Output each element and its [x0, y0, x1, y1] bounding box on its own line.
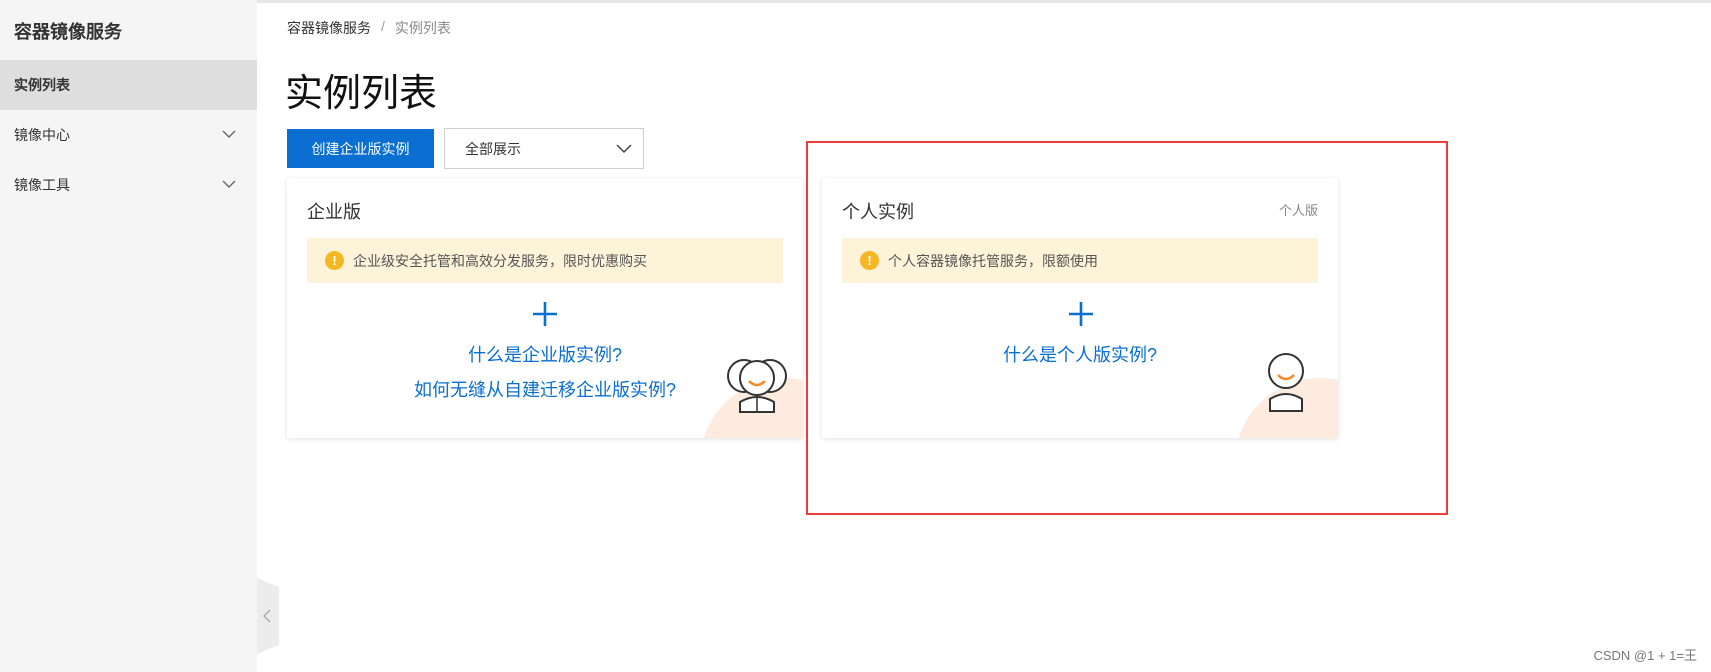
display-filter-value: 全部展示 — [465, 140, 521, 157]
sidebar-item-instance-list[interactable]: 实例列表 — [0, 60, 257, 110]
notice-text: 企业级安全托管和高效分发服务，限时优惠购买 — [353, 252, 647, 269]
breadcrumb-current: 实例列表 — [394, 20, 451, 36]
sidebar-item-label: 实例列表 — [14, 77, 70, 93]
card-title: 企业版 — [307, 202, 361, 222]
sidebar-item-label: 镜像中心 — [14, 127, 70, 143]
chevron-down-icon — [616, 144, 632, 154]
notice-bar: ! 企业级安全托管和高效分发服务，限时优惠购买 — [307, 238, 783, 283]
sidebar-item-label: 镜像工具 — [14, 177, 70, 193]
chevron-down-icon — [222, 130, 236, 138]
highlight-annotation-box — [806, 141, 1448, 515]
breadcrumb-separator: / — [381, 18, 385, 34]
create-enterprise-instance-button[interactable]: 创建企业版实例 — [287, 129, 434, 168]
plus-icon[interactable] — [530, 299, 560, 329]
sidebar-item-image-center[interactable]: 镜像中心 — [0, 110, 257, 160]
warning-icon: ! — [325, 251, 344, 270]
users-illustration-icon — [727, 359, 787, 413]
chevron-down-icon — [222, 180, 236, 188]
sidebar-item-image-tools[interactable]: 镜像工具 — [0, 160, 257, 210]
chevron-left-icon — [263, 609, 271, 623]
breadcrumb-root[interactable]: 容器镜像服务 — [287, 18, 371, 38]
display-filter-select[interactable]: 全部展示 — [444, 128, 644, 169]
page-title: 实例列表 — [285, 73, 438, 115]
enterprise-card: 企业版 ! 企业级安全托管和高效分发服务，限时优惠购买 什么是企业版实例? 如何… — [287, 178, 803, 438]
breadcrumb: 容器镜像服务 / 实例列表 — [287, 18, 451, 38]
sidebar-title: 容器镜像服务 — [14, 22, 122, 42]
sidebar: 容器镜像服务 实例列表 镜像中心 镜像工具 — [0, 0, 257, 672]
watermark: CSDN @1 + 1=王 — [1593, 648, 1697, 663]
sidebar-collapse-handle[interactable] — [257, 578, 279, 654]
